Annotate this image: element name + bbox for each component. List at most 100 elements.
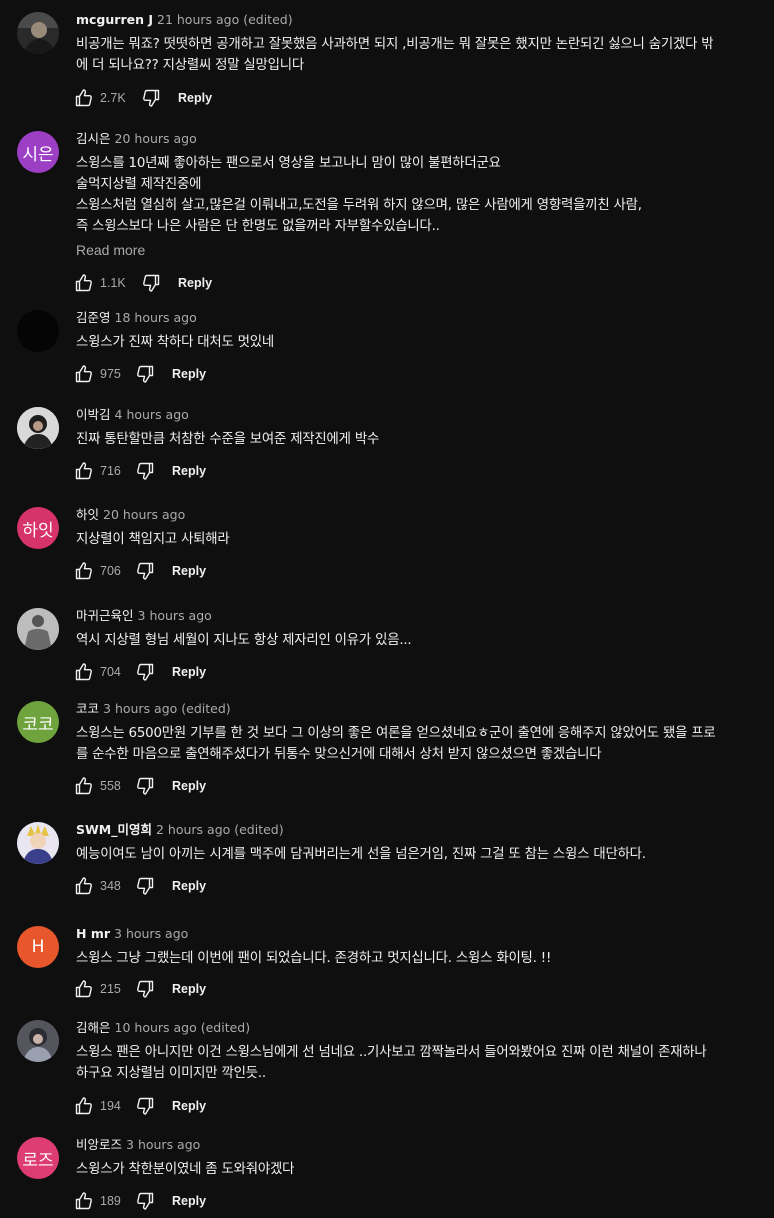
thumbs-up-icon (75, 877, 92, 895)
thumbs-down-icon (137, 1192, 154, 1210)
dislike-button[interactable] (134, 1096, 156, 1116)
dislike-button[interactable] (140, 273, 162, 293)
comment-actions: 975 Reply (73, 364, 206, 384)
comment-header: 하잇 20 hours ago (76, 507, 736, 523)
dislike-button[interactable] (134, 1191, 156, 1211)
avatar[interactable]: 코코 (17, 701, 59, 743)
avatar[interactable] (17, 12, 59, 54)
read-more-link[interactable]: Read more (76, 240, 736, 260)
like-count: 348 (100, 879, 121, 893)
reply-button[interactable]: Reply (172, 564, 206, 578)
comment-text: 스윙스 팬은 아니지만 이건 스윙스님에게 선 넘네요 ..기사보고 깜짝놀라서… (76, 1042, 736, 1084)
avatar[interactable]: 시은 (17, 131, 59, 173)
like-count: 704 (100, 665, 121, 679)
reply-button[interactable]: Reply (172, 982, 206, 996)
comment-author[interactable]: H mr (76, 926, 110, 941)
like-button[interactable] (73, 1191, 95, 1211)
like-button[interactable] (73, 273, 95, 293)
avatar[interactable]: 하잇 (17, 507, 59, 549)
like-button[interactable] (73, 461, 95, 481)
comment-text-line: 스윙스 그냥 그랬는데 이번에 팬이 되었습니다. 존경하고 멋지십니다. 스윙… (76, 951, 552, 966)
reply-button[interactable]: Reply (172, 367, 206, 381)
comment-time[interactable]: 20 hours ago (115, 131, 197, 146)
comment-author[interactable]: mcgurren J (76, 12, 153, 27)
thumbs-up-icon (75, 274, 92, 292)
dislike-button[interactable] (134, 461, 156, 481)
like-count: 975 (100, 367, 121, 381)
comment-header: 이박김 4 hours ago (76, 407, 736, 423)
reply-button[interactable]: Reply (172, 1099, 206, 1113)
avatar[interactable] (17, 822, 59, 864)
comment-header: 코코 3 hours ago (edited) (76, 701, 736, 717)
dislike-button[interactable] (140, 88, 162, 108)
comment-time[interactable]: 21 hours ago (edited) (157, 12, 293, 27)
like-button[interactable] (73, 1096, 95, 1116)
comment-time[interactable]: 20 hours ago (103, 507, 185, 522)
comment-text: 스윙스를 10년째 좋아하는 팬으로서 영상을 보고나니 맘이 많이 불편하더군… (76, 153, 736, 237)
comment-text: 스윙스가 착한분이였네 좀 도와줘야겠다 (76, 1159, 736, 1180)
user-photo-icon (17, 822, 59, 864)
comment-time[interactable]: 10 hours ago (edited) (115, 1020, 251, 1035)
dislike-button[interactable] (134, 364, 156, 384)
comment-author[interactable]: 김시은 (76, 131, 111, 146)
comment-author[interactable]: 마귀근육인 (76, 608, 134, 623)
comment-time[interactable]: 3 hours ago (edited) (103, 701, 231, 716)
comment-author[interactable]: 비앙로즈 (76, 1137, 122, 1152)
comment-time[interactable]: 3 hours ago (138, 608, 212, 623)
comment-text: 스윙스는 6500만원 기부를 한 것 보다 그 이상의 좋은 여론을 얻으셨네… (76, 723, 736, 765)
comment-author[interactable]: 이박김 (76, 407, 111, 422)
user-photo-icon (17, 608, 59, 650)
avatar[interactable]: 로즈 (17, 1137, 59, 1179)
dislike-button[interactable] (134, 662, 156, 682)
comment-text-line: 술먹지상렬 제작진중에 (76, 177, 202, 192)
comment-text-line: 비공개는 뭐죠? 떳떳하면 공개하고 잘못했음 사과하면 되지 ,비공개는 뭐 … (76, 37, 714, 52)
avatar[interactable] (17, 310, 59, 352)
like-button[interactable] (73, 561, 95, 581)
like-button[interactable] (73, 876, 95, 896)
like-button[interactable] (73, 364, 95, 384)
comment-header: H mr 3 hours ago (76, 926, 736, 942)
comment-text-line: 스윙스처럼 열심히 살고,많은걸 이뤄내고,도전을 두려워 하지 않으며, 많은… (76, 198, 642, 213)
comment-author[interactable]: 코코 (76, 701, 99, 716)
comment-time[interactable]: 2 hours ago (edited) (156, 822, 284, 837)
like-button[interactable] (73, 979, 95, 999)
reply-button[interactable]: Reply (172, 879, 206, 893)
comment-header: 김해은 10 hours ago (edited) (76, 1020, 736, 1036)
avatar[interactable] (17, 407, 59, 449)
user-photo-icon (17, 12, 59, 54)
like-count: 194 (100, 1099, 121, 1113)
avatar[interactable] (17, 1020, 59, 1062)
thumbs-up-icon (75, 562, 92, 580)
dislike-button[interactable] (134, 561, 156, 581)
comment-author[interactable]: 김해은 (76, 1020, 111, 1035)
comment-text: 지상렬이 책임지고 사퇴해라 (76, 529, 736, 550)
comment-time[interactable]: 4 hours ago (115, 407, 189, 422)
reply-button[interactable]: Reply (172, 665, 206, 679)
dislike-button[interactable] (134, 876, 156, 896)
comment-time[interactable]: 3 hours ago (126, 1137, 200, 1152)
like-button[interactable] (73, 88, 95, 108)
avatar[interactable]: H (17, 926, 59, 968)
comment-author[interactable]: 하잇 (76, 507, 99, 522)
thumbs-down-icon (143, 274, 160, 292)
comment-author[interactable]: 김준영 (76, 310, 111, 325)
dislike-button[interactable] (134, 979, 156, 999)
comment-text: 역시 지상렬 형님 세월이 지나도 항상 제자리인 이유가 있음... (76, 630, 736, 651)
dislike-button[interactable] (134, 776, 156, 796)
like-button[interactable] (73, 662, 95, 682)
reply-button[interactable]: Reply (172, 1194, 206, 1208)
comment-time[interactable]: 3 hours ago (114, 926, 188, 941)
thumbs-down-icon (137, 980, 154, 998)
reply-button[interactable]: Reply (172, 464, 206, 478)
like-button[interactable] (73, 776, 95, 796)
comment-actions: 194 Reply (73, 1096, 206, 1116)
user-photo-icon (17, 407, 59, 449)
reply-button[interactable]: Reply (178, 91, 212, 105)
comment-text-line: 를 순수한 마음으로 출연해주셨다가 뒤통수 맞으신거에 대해서 상처 받지 않… (76, 747, 602, 762)
comment-actions: 348 Reply (73, 876, 206, 896)
avatar[interactable] (17, 608, 59, 650)
comment-author[interactable]: SWM_미영희 (76, 822, 152, 837)
reply-button[interactable]: Reply (178, 276, 212, 290)
reply-button[interactable]: Reply (172, 779, 206, 793)
comment-time[interactable]: 18 hours ago (115, 310, 197, 325)
